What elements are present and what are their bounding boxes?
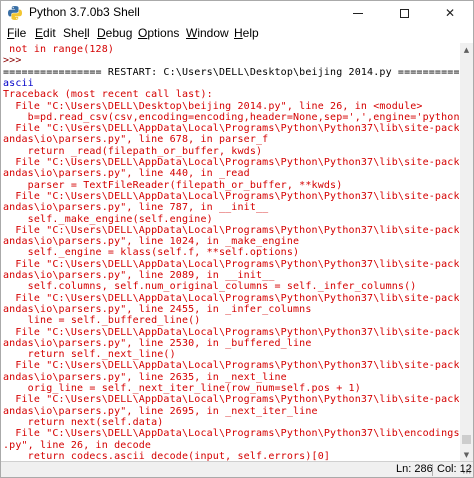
console-line: File "C:\Users\DELL\AppData\Local\Progra… bbox=[3, 428, 459, 440]
menu-file[interactable]: File bbox=[7, 26, 26, 40]
console-line: self._engine = klass(self.f, **self.opti… bbox=[3, 247, 300, 259]
maximize-icon bbox=[399, 8, 409, 18]
close-icon: ✕ bbox=[444, 6, 456, 20]
menu-shell-label-end: l bbox=[87, 26, 90, 40]
idle-shell-window: Python 3.7.0b3 Shell ✕ File Edit Shell D… bbox=[0, 0, 474, 478]
scrollbar-thumb[interactable] bbox=[462, 435, 471, 445]
console-line: andas\io\parsers.py", line 787, in __ini… bbox=[3, 202, 269, 214]
console-line: File "C:\Users\DELL\Desktop\beijing 2014… bbox=[3, 100, 423, 112]
menu-bar: File Edit Shell Debug Options Window Hel… bbox=[1, 25, 473, 43]
menu-help[interactable]: Help bbox=[234, 26, 259, 40]
console-line: return codecs.ascii_decode(input, self.e… bbox=[3, 450, 331, 461]
menu-edit-label: dit bbox=[43, 26, 56, 40]
console-line: File "C:\Users\DELL\AppData\Local\Progra… bbox=[3, 190, 459, 202]
console-line: File "C:\Users\DELL\AppData\Local\Progra… bbox=[3, 394, 459, 406]
console-line: self._make_engine(self.engine) bbox=[3, 213, 213, 225]
console-line: andas\io\parsers.py", line 440, in _read bbox=[3, 168, 250, 180]
menu-shell[interactable]: Shell bbox=[63, 26, 90, 40]
close-button[interactable]: ✕ bbox=[427, 1, 473, 25]
console-line: return _read(filepath_or_buffer, kwds) bbox=[3, 145, 263, 157]
console-line: File "C:\Users\DELL\AppData\Local\Progra… bbox=[3, 258, 459, 270]
menu-window-mnemonic: W bbox=[186, 26, 198, 40]
console-line: andas\io\parsers.py", line 2695, in _nex… bbox=[3, 405, 318, 417]
python-logo-icon bbox=[8, 6, 22, 20]
console-line: parser = TextFileReader(filepath_or_buff… bbox=[3, 179, 343, 191]
console-line: andas\io\parsers.py", line 2089, in __in… bbox=[3, 270, 275, 281]
console-line: return next(self.data) bbox=[3, 416, 164, 428]
menu-file-label: ile bbox=[14, 26, 27, 40]
console-line: Traceback (most recent call last): bbox=[3, 89, 213, 101]
scroll-down-arrow-icon[interactable]: ▼ bbox=[460, 448, 473, 461]
console-line: File "C:\Users\DELL\AppData\Local\Progra… bbox=[3, 123, 459, 135]
menu-shell-label-start: She bbox=[63, 26, 85, 40]
maximize-button[interactable] bbox=[381, 1, 427, 25]
scroll-up-arrow-icon[interactable]: ▲ bbox=[460, 43, 473, 56]
console-line: return self._next_line() bbox=[3, 349, 176, 361]
console-line: ================ RESTART: C:\Users\DELL\… bbox=[3, 66, 459, 78]
console-line: self.columns, self.num_original_columns … bbox=[3, 281, 417, 293]
window-title: Python 3.7.0b3 Shell bbox=[29, 5, 140, 19]
console-line: andas\io\parsers.py", line 2635, in _nex… bbox=[3, 371, 287, 383]
resize-grip-icon[interactable] bbox=[463, 466, 471, 474]
shell-text-area[interactable]: not in range(128) >>> ================ RE… bbox=[3, 44, 459, 461]
menu-debug-mnemonic: D bbox=[97, 26, 106, 40]
menu-debug[interactable]: Debug bbox=[97, 26, 132, 40]
console-line: andas\io\parsers.py", line 2455, in _inf… bbox=[3, 303, 312, 315]
minimize-button[interactable] bbox=[335, 1, 381, 25]
vertical-scrollbar[interactable]: ▲ ▼ bbox=[460, 43, 473, 461]
console-line: File "C:\Users\DELL\AppData\Local\Progra… bbox=[3, 157, 459, 168]
menu-window-label: indow bbox=[197, 26, 229, 40]
menu-options[interactable]: Options bbox=[138, 26, 179, 40]
console-line: b=pd.read_csv(csv,encoding=encoding,head… bbox=[3, 111, 459, 123]
console-line: File "C:\Users\DELL\AppData\Local\Progra… bbox=[3, 360, 459, 372]
console-line: andas\io\parsers.py", line 2530, in _buf… bbox=[3, 337, 312, 349]
console-line: andas\io\parsers.py", line 1024, in _mak… bbox=[3, 236, 300, 248]
status-line-number: Ln: 286 bbox=[396, 463, 433, 475]
title-bar[interactable]: Python 3.7.0b3 Shell ✕ bbox=[1, 1, 473, 25]
console-line: andas\io\parsers.py", line 678, in parse… bbox=[3, 134, 269, 146]
menu-edit[interactable]: Edit bbox=[35, 26, 56, 40]
status-separator bbox=[432, 464, 433, 476]
menu-options-label: ptions bbox=[147, 26, 180, 40]
menu-options-mnemonic: O bbox=[138, 26, 148, 40]
console-line: ascii bbox=[3, 77, 34, 89]
menu-debug-label: ebug bbox=[105, 26, 133, 40]
menu-window[interactable]: Window bbox=[186, 26, 229, 40]
minimize-icon bbox=[353, 12, 363, 14]
console-line: orig_line = self._next_iter_line(row_num… bbox=[3, 383, 361, 394]
console-line: >>> bbox=[3, 55, 28, 67]
console-line: File "C:\Users\DELL\AppData\Local\Progra… bbox=[3, 224, 459, 236]
status-bar: Ln: 286 Col: 12 bbox=[1, 461, 473, 477]
console-line: line = self._buffered_line() bbox=[3, 315, 201, 327]
console-line: .py", line 26, in decode bbox=[3, 439, 152, 451]
menu-help-label: elp bbox=[242, 26, 259, 40]
menu-help-mnemonic: H bbox=[234, 26, 243, 40]
console-line: File "C:\Users\DELL\AppData\Local\Progra… bbox=[3, 292, 459, 304]
console-line: not in range(128) bbox=[3, 44, 115, 55]
menu-edit-mnemonic: E bbox=[35, 26, 44, 40]
console-line: File "C:\Users\DELL\AppData\Local\Progra… bbox=[3, 326, 459, 338]
